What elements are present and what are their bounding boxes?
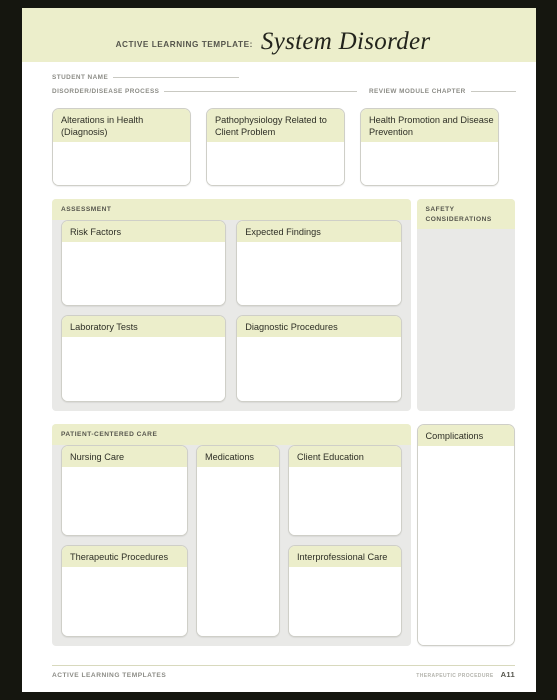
box-therapeutic-procedures-field[interactable]	[62, 567, 187, 636]
box-complications[interactable]: Complications	[416, 424, 515, 646]
box-alterations-in-health[interactable]: Alterations in Health (Diagnosis)	[52, 108, 191, 186]
student-name-input[interactable]	[113, 77, 240, 78]
meta-fields: STUDENT NAME DISORDER/DISEASE PROCESS RE…	[22, 62, 536, 95]
box-interprofessional-care-title: Interprofessional Care	[289, 546, 401, 568]
patient-centered-care-region: PATIENT-CENTERED CARE Nursing Care Medic…	[22, 411, 536, 646]
template-eyebrow-label: ACTIVE LEARNING TEMPLATE:	[115, 40, 253, 49]
box-health-promotion-title: Health Promotion and Disease Prevention	[361, 109, 498, 143]
panel-assessment: ASSESSMENT Risk Factors Expected Finding…	[52, 199, 411, 411]
box-client-education[interactable]: Client Education	[288, 444, 402, 537]
box-pathophysiology[interactable]: Pathophysiology Related to Client Proble…	[206, 108, 345, 186]
panel-safety-considerations[interactable]: SAFETY CONSIDERATIONS	[416, 199, 515, 411]
review-module-chapter-input[interactable]	[470, 91, 516, 92]
disorder-process-row: DISORDER/DISEASE PROCESS REVIEW MODULE C…	[52, 88, 516, 95]
box-medications-field[interactable]	[197, 466, 279, 636]
box-diagnostic-procedures-title: Diagnostic Procedures	[237, 316, 401, 338]
box-health-promotion[interactable]: Health Promotion and Disease Prevention	[360, 108, 499, 186]
box-alterations-in-health-field[interactable]	[53, 142, 190, 185]
box-therapeutic-procedures-title: Therapeutic Procedures	[62, 546, 187, 568]
box-pathophysiology-title: Pathophysiology Related to Client Proble…	[207, 109, 344, 143]
box-expected-findings[interactable]: Expected Findings	[236, 219, 402, 307]
box-diagnostic-procedures[interactable]: Diagnostic Procedures	[236, 315, 402, 402]
panel-safety-considerations-title: SAFETY CONSIDERATIONS	[416, 199, 515, 230]
box-laboratory-tests[interactable]: Laboratory Tests	[61, 315, 227, 402]
footer-category-label: THERAPEUTIC PROCEDURE	[416, 673, 494, 679]
page-footer: ACTIVE LEARNING TEMPLATES THERAPEUTIC PR…	[52, 665, 515, 679]
assessment-region: ASSESSMENT Risk Factors Expected Finding…	[22, 186, 536, 411]
box-client-education-field[interactable]	[289, 466, 401, 536]
box-pathophysiology-field[interactable]	[207, 142, 344, 185]
panel-patient-centered-care-title: PATIENT-CENTERED CARE	[52, 424, 411, 445]
box-risk-factors-field[interactable]	[62, 241, 226, 306]
title-band: ACTIVE LEARNING TEMPLATE: System Disorde…	[22, 8, 536, 62]
student-name-label: STUDENT NAME	[52, 74, 109, 81]
disorder-process-input[interactable]	[164, 91, 358, 92]
box-laboratory-tests-field[interactable]	[62, 337, 226, 401]
panel-assessment-body: Risk Factors Expected Findings Laborator…	[52, 219, 411, 411]
box-complications-field[interactable]	[417, 446, 514, 645]
box-alterations-in-health-title: Alterations in Health (Diagnosis)	[53, 109, 190, 143]
box-diagnostic-procedures-field[interactable]	[237, 337, 401, 401]
box-interprofessional-care-field[interactable]	[289, 567, 401, 636]
box-therapeutic-procedures[interactable]: Therapeutic Procedures	[61, 545, 188, 637]
panel-safety-considerations-field[interactable]	[417, 229, 515, 411]
top-boxes-row: Alterations in Health (Diagnosis) Pathop…	[22, 102, 536, 186]
review-module-chapter-label: REVIEW MODULE CHAPTER	[368, 88, 466, 95]
box-medications-title: Medications	[197, 445, 279, 467]
page-frame: ACTIVE LEARNING TEMPLATE: System Disorde…	[0, 0, 557, 700]
box-laboratory-tests-title: Laboratory Tests	[62, 316, 226, 338]
complications-region: Complications	[416, 424, 515, 646]
box-risk-factors-title: Risk Factors	[62, 220, 226, 242]
footer-right-group: THERAPEUTIC PROCEDURE A11	[416, 670, 515, 679]
template-sheet: ACTIVE LEARNING TEMPLATE: System Disorde…	[22, 8, 536, 692]
box-health-promotion-field[interactable]	[361, 142, 498, 185]
title-row: ACTIVE LEARNING TEMPLATE: System Disorde…	[116, 28, 431, 56]
footer-page-number: A11	[500, 670, 515, 679]
box-expected-findings-title: Expected Findings	[237, 220, 401, 242]
disorder-process-label: DISORDER/DISEASE PROCESS	[52, 88, 160, 95]
panel-patient-centered-care-body: Nursing Care Medications Client Educatio…	[52, 444, 411, 646]
box-complications-title: Complications	[417, 425, 514, 447]
page-title: System Disorder	[260, 28, 431, 55]
box-nursing-care-field[interactable]	[62, 466, 187, 536]
box-nursing-care-title: Nursing Care	[62, 445, 187, 467]
box-risk-factors[interactable]: Risk Factors	[61, 219, 227, 307]
footer-series-label: ACTIVE LEARNING TEMPLATES	[52, 672, 167, 679]
box-client-education-title: Client Education	[289, 445, 401, 467]
panel-assessment-title: ASSESSMENT	[52, 199, 411, 220]
box-expected-findings-field[interactable]	[237, 241, 401, 306]
box-medications[interactable]: Medications	[196, 444, 280, 637]
box-interprofessional-care[interactable]: Interprofessional Care	[288, 545, 402, 637]
student-name-row: STUDENT NAME	[52, 74, 516, 81]
panel-patient-centered-care: PATIENT-CENTERED CARE Nursing Care Medic…	[52, 424, 411, 646]
box-nursing-care[interactable]: Nursing Care	[61, 444, 188, 537]
